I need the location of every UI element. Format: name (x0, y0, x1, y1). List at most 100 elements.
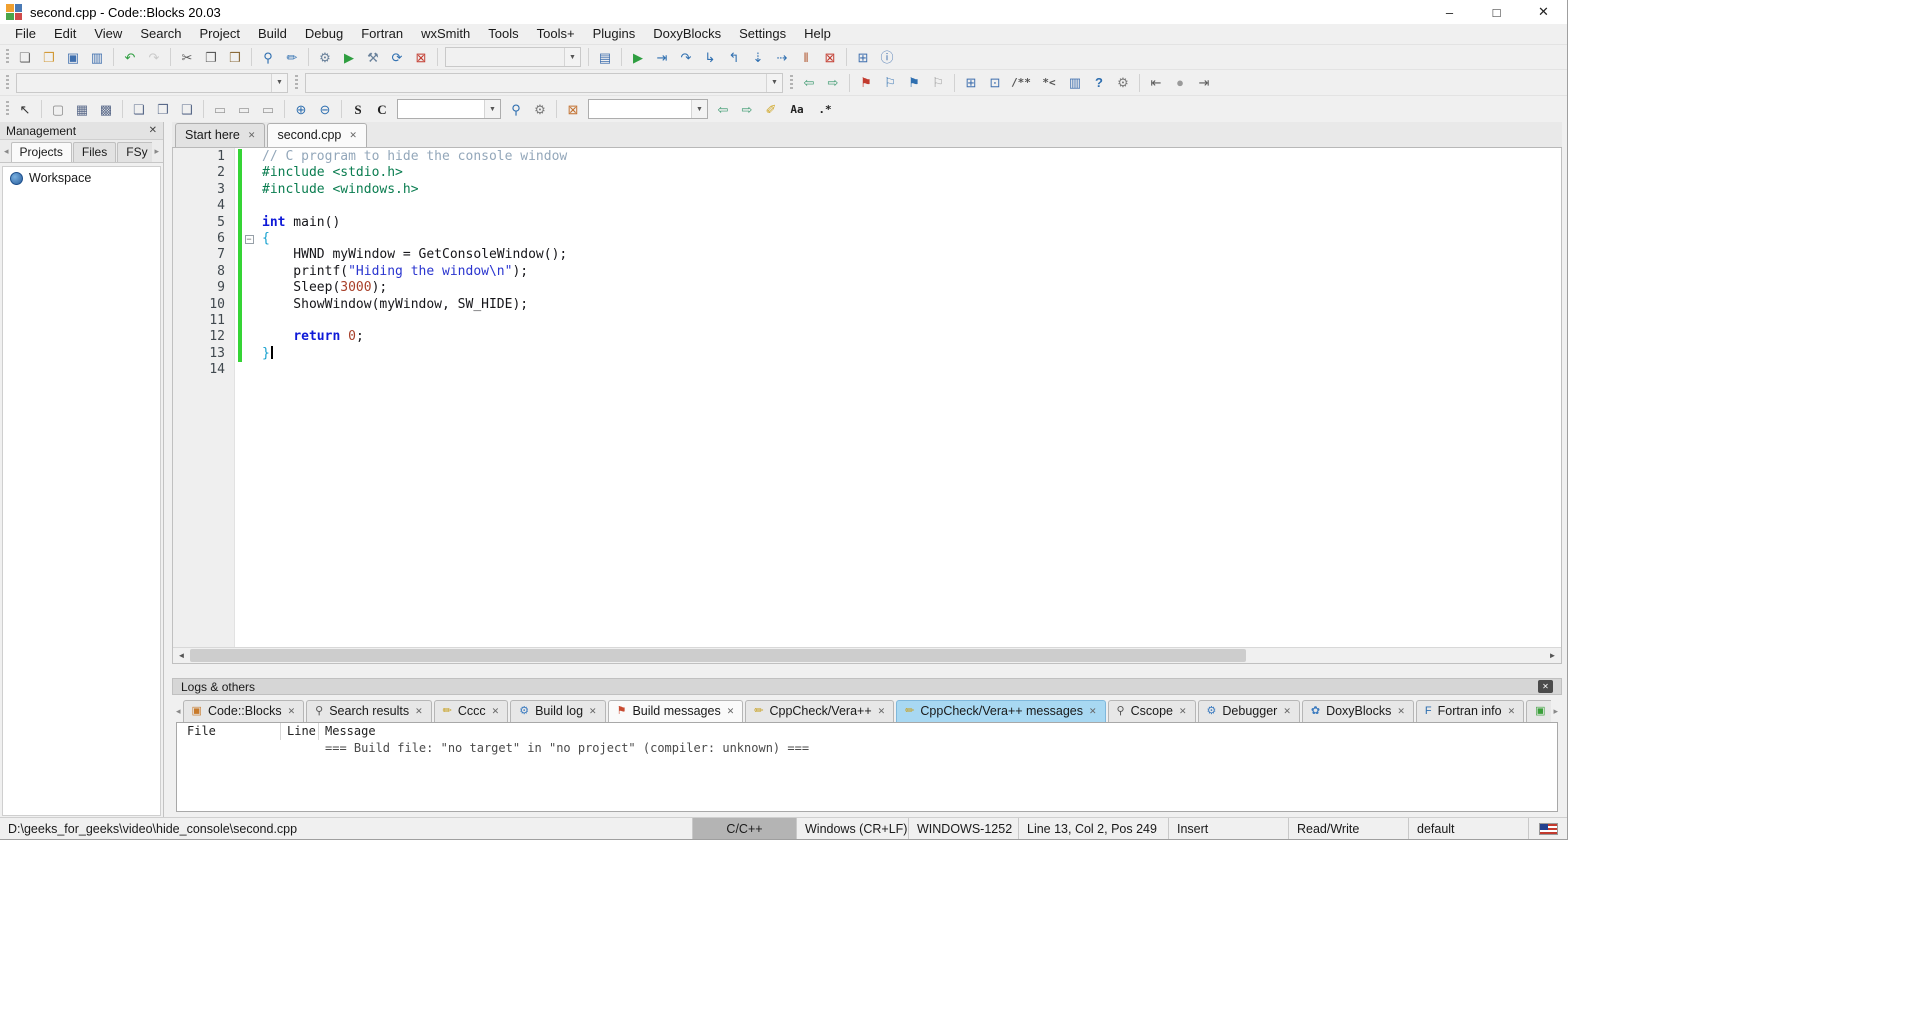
close-tab-icon[interactable]: ✕ (589, 706, 597, 717)
highlight-occurrences-icon[interactable]: ✐ (759, 98, 783, 120)
close-logs-icon[interactable]: ✕ (1538, 680, 1553, 693)
close-tab-icon[interactable]: ✕ (878, 706, 886, 717)
code-text[interactable]: return 0; (256, 329, 364, 345)
jump-record-icon[interactable]: ● (1168, 72, 1192, 94)
code-text[interactable]: Sleep(3000); (256, 280, 387, 296)
log-tabs-scroll-left-icon[interactable]: ◂ (174, 706, 183, 722)
scroll-left-icon[interactable]: ◄ (173, 648, 190, 663)
menu-project[interactable]: Project (191, 24, 249, 44)
next-instruction-icon[interactable]: ⇣ (746, 46, 770, 68)
menu-fortran[interactable]: Fortran (352, 24, 412, 44)
menu-tools[interactable]: Tools+ (528, 24, 584, 44)
jump-back-icon[interactable]: ⇤ (1144, 72, 1168, 94)
code-text[interactable]: HWND myWindow = GetConsoleWindow(); (256, 247, 567, 263)
clear-search-icon[interactable]: ⊠ (561, 98, 585, 120)
scope-combo[interactable]: ▼ (16, 73, 288, 93)
code-text[interactable]: #include <windows.h> (256, 182, 419, 198)
toolbar-grip[interactable] (6, 49, 9, 65)
run-to-cursor-icon[interactable]: ⇥ (650, 46, 674, 68)
code-text[interactable]: ShowWindow(myWindow, SW_HIDE); (256, 297, 528, 313)
break-debugger-icon[interactable]: ‖ (794, 46, 818, 68)
highlight-c-icon[interactable]: C (370, 98, 394, 120)
code-text[interactable] (256, 198, 262, 214)
line-number[interactable]: 3 (173, 182, 235, 198)
nav-back-icon[interactable]: ⇦ (797, 72, 821, 94)
rebuild-icon[interactable]: ⟳ (385, 46, 409, 68)
toolbar-grip[interactable] (6, 75, 9, 91)
combo-arrow-icon[interactable]: ▼ (691, 100, 707, 118)
save-all-icon[interactable]: ▥ (85, 46, 109, 68)
doxy-line-comment-icon[interactable]: *< (1035, 72, 1063, 94)
menu-help[interactable]: Help (795, 24, 840, 44)
menu-edit[interactable]: Edit (45, 24, 85, 44)
line-number[interactable]: 7 (173, 247, 235, 263)
compiler-log-icon[interactable]: ▤ (593, 46, 617, 68)
build-and-run-icon[interactable]: ⚒ (361, 46, 385, 68)
find-icon[interactable]: ⚲ (256, 46, 280, 68)
fold-margin[interactable] (242, 182, 256, 198)
log-tab-debugger[interactable]: ⚙Debugger✕ (1198, 700, 1300, 722)
scroll-right-icon[interactable]: ► (1544, 648, 1561, 663)
fold-margin[interactable] (242, 247, 256, 263)
close-tab-icon[interactable]: ✕ (492, 706, 500, 717)
column-message[interactable]: Message (319, 723, 1557, 740)
close-tab-icon[interactable]: ✕ (248, 130, 256, 141)
log-tab-code-blocks[interactable]: ▣Code::Blocks✕ (183, 700, 305, 722)
log-tab-fortran-info[interactable]: FFortran info✕ (1416, 700, 1524, 722)
step-out-icon[interactable]: ↰ (722, 46, 746, 68)
doxy-help-icon[interactable]: ? (1087, 72, 1111, 94)
management-tabs-scroll-left-icon[interactable]: ◂ (2, 146, 11, 162)
editor-horizontal-scrollbar[interactable]: ◄ ► (173, 647, 1561, 663)
zoom-in-icon[interactable]: ⊕ (289, 98, 313, 120)
code-text[interactable]: printf("Hiding the window\n"); (256, 264, 528, 280)
log-tab-cccc[interactable]: ✏Cccc✕ (434, 700, 509, 722)
close-tab-icon[interactable]: ✕ (1283, 706, 1291, 717)
fold-margin[interactable] (242, 165, 256, 181)
close-tab-icon[interactable]: ✕ (288, 706, 296, 717)
function-combo[interactable]: ▼ (305, 73, 783, 93)
log-tab-doxyblocks[interactable]: ✿DoxyBlocks✕ (1302, 700, 1414, 722)
line-number[interactable]: 10 (173, 297, 235, 313)
search-next-icon[interactable]: ⇨ (735, 98, 759, 120)
incremental-search-combo[interactable]: ▼ (588, 99, 708, 119)
code-text[interactable] (256, 313, 262, 329)
thread-search-combo[interactable]: ▼ (397, 99, 501, 119)
nav-forward-icon[interactable]: ⇨ (821, 72, 845, 94)
maximize-icon[interactable]: □ (1473, 0, 1520, 24)
line-number[interactable]: 2 (173, 165, 235, 181)
fold-margin[interactable] (242, 346, 256, 362)
wxsmith-border2-icon[interactable]: ▭ (232, 98, 256, 120)
scrollbar-track[interactable] (190, 648, 1544, 663)
wxsmith-border1-icon[interactable]: ▭ (208, 98, 232, 120)
line-number[interactable]: 13 (173, 346, 235, 362)
thread-search-icon[interactable]: ⚲ (504, 98, 528, 120)
combo-arrow-icon[interactable]: ▼ (484, 100, 500, 118)
wxsmith-panel-icon[interactable]: ▢ (46, 98, 70, 120)
wxsmith-border3-icon[interactable]: ▭ (256, 98, 280, 120)
minimize-icon[interactable]: – (1426, 0, 1473, 24)
menu-view[interactable]: View (85, 24, 131, 44)
close-tab-icon[interactable]: ✕ (1089, 706, 1097, 717)
log-tab-clos[interactable]: ▣Clos (1526, 700, 1551, 722)
wxsmith-grid-icon[interactable]: ▩ (94, 98, 118, 120)
fold-margin[interactable] (242, 280, 256, 296)
toolbar-grip[interactable] (295, 75, 298, 91)
management-tab-fsy[interactable]: FSy (117, 142, 152, 162)
fold-margin[interactable] (242, 329, 256, 345)
close-tab-icon[interactable]: ✕ (1508, 706, 1516, 717)
wxsmith-window-icon[interactable]: ❑ (175, 98, 199, 120)
close-icon[interactable]: ✕ (1520, 0, 1567, 24)
combo-arrow-icon[interactable]: ▼ (564, 48, 580, 66)
undo-icon[interactable]: ↶ (118, 46, 142, 68)
next-bookmark-icon[interactable]: ⚑ (902, 72, 926, 94)
close-management-icon[interactable]: ✕ (149, 125, 157, 136)
code-text[interactable] (256, 362, 262, 378)
menu-plugins[interactable]: Plugins (584, 24, 645, 44)
line-number[interactable]: 14 (173, 362, 235, 378)
code-view[interactable]: 1// C program to hide the console window… (173, 148, 1561, 647)
code-text[interactable]: // C program to hide the console window (256, 149, 567, 165)
line-number[interactable]: 5 (173, 215, 235, 231)
scrollbar-thumb[interactable] (190, 649, 1246, 662)
code-text[interactable]: #include <stdio.h> (256, 165, 403, 181)
fold-margin[interactable] (242, 215, 256, 231)
